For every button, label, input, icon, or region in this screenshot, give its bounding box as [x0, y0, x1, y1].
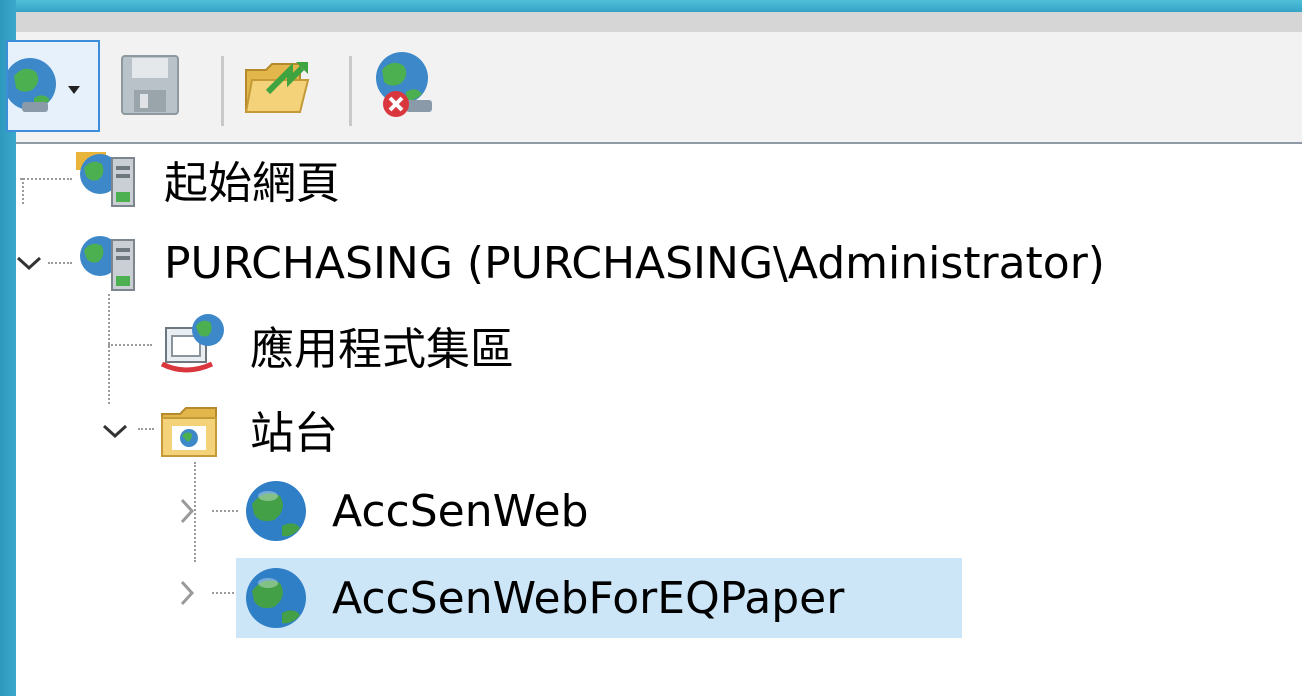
tree-guide-line	[108, 344, 152, 346]
connections-toolbar	[4, 32, 1302, 144]
toolbar-separator	[221, 56, 224, 126]
chevron-down-icon	[102, 424, 128, 439]
sites-folder-icon	[161, 407, 217, 457]
app-pool-icon	[160, 314, 224, 373]
expand-toggle[interactable]	[172, 578, 202, 612]
tree-item-label: 應用程式集區	[250, 324, 514, 375]
open-folder-button[interactable]	[238, 40, 318, 132]
expand-toggle[interactable]	[14, 248, 44, 282]
toolbar-separator	[349, 56, 352, 126]
tree-guide-line	[212, 592, 238, 594]
connections-panel: 起始網頁 PURCHASING (PURCHASING\Administrato…	[4, 12, 1302, 696]
expand-toggle[interactable]	[100, 416, 130, 450]
tree-item-label: AccSenWeb	[332, 485, 589, 537]
tree-item-label: 起始網頁	[164, 158, 340, 209]
tree-item-server[interactable]: PURCHASING (PURCHASING\Administrator)	[70, 228, 1105, 298]
folder-open-icon	[244, 62, 310, 113]
globe-connect-icon	[4, 58, 80, 112]
tree-item-label: 站台	[250, 408, 338, 459]
tree-guide-line	[20, 178, 72, 180]
tree-item-label: PURCHASING (PURCHASING\Administrator)	[164, 237, 1105, 289]
globe-disconnect-icon	[376, 52, 432, 117]
tree-item-app-pools[interactable]: 應用程式集區	[152, 310, 514, 380]
expand-toggle[interactable]	[172, 496, 202, 530]
tree-guide-line	[48, 262, 72, 264]
tree-guide-line	[108, 294, 110, 404]
tree-item-site[interactable]: AccSenWebForEQPaper	[236, 558, 962, 638]
connections-tree: 起始網頁 PURCHASING (PURCHASING\Administrato…	[16, 144, 1302, 696]
tree-item-sites[interactable]: 站台	[156, 394, 338, 464]
connect-button[interactable]	[4, 40, 100, 132]
window-frame-top	[0, 0, 1302, 12]
save-button[interactable]	[116, 40, 186, 132]
globe-icon	[246, 568, 306, 628]
floppy-save-icon	[121, 55, 179, 115]
tree-guide-line	[138, 428, 154, 430]
chevron-right-icon	[180, 580, 195, 606]
chevron-down-icon	[16, 256, 42, 271]
server-icon	[80, 236, 135, 291]
panel-title-bar	[16, 12, 1302, 32]
disconnect-button[interactable]	[366, 40, 452, 132]
start-page-icon	[76, 152, 135, 207]
tree-guide-line	[212, 510, 238, 512]
chevron-right-icon	[180, 498, 195, 524]
tree-item-site[interactable]: AccSenWeb	[236, 476, 589, 546]
tree-guide-line	[22, 178, 24, 204]
globe-icon	[246, 481, 306, 541]
tree-item-start-page[interactable]: 起始網頁	[70, 144, 340, 214]
tree-item-label: AccSenWebForEQPaper	[332, 572, 845, 624]
